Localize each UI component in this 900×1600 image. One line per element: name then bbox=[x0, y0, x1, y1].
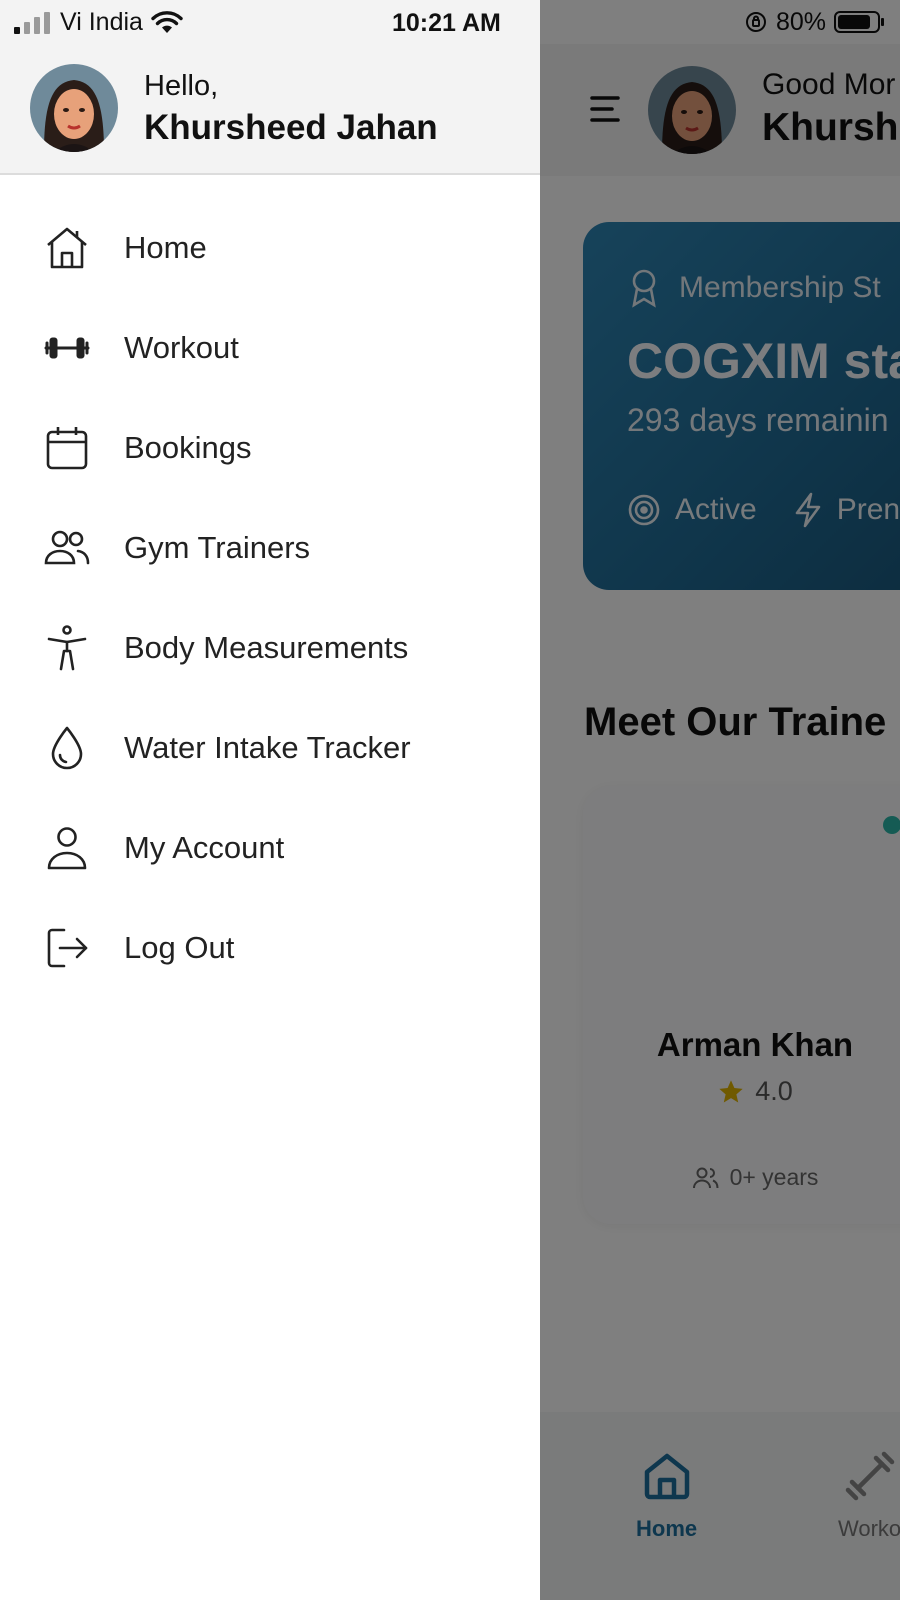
menu-item-label: Body Measurements bbox=[124, 630, 409, 665]
drawer-greeting: Hello, bbox=[144, 70, 219, 102]
menu-item-label: Water Intake Tracker bbox=[124, 730, 411, 765]
signal-icon bbox=[14, 11, 52, 34]
menu-item-label: Bookings bbox=[124, 430, 252, 465]
body-icon bbox=[44, 625, 90, 671]
drawer-avatar bbox=[30, 64, 118, 152]
wifi-icon bbox=[151, 10, 183, 35]
menu-item-body-measurements[interactable]: Body Measurements bbox=[0, 598, 540, 698]
drawer-user-name: Khursheed Jahan bbox=[144, 108, 438, 147]
status-left: Vi India bbox=[14, 8, 183, 37]
menu-item-label: My Account bbox=[124, 830, 285, 865]
logout-icon bbox=[44, 925, 90, 971]
user-icon bbox=[44, 825, 90, 871]
menu-item-gym-trainers[interactable]: Gym Trainers bbox=[0, 498, 540, 598]
menu-item-label: Workout bbox=[124, 330, 239, 365]
menu-item-workout[interactable]: Workout bbox=[0, 298, 540, 398]
menu-item-water-intake[interactable]: Water Intake Tracker bbox=[0, 698, 540, 798]
menu-item-my-account[interactable]: My Account bbox=[0, 798, 540, 898]
drawer-header: Vi India 10:21 AM Hello, Khursheed Jahan bbox=[0, 0, 540, 175]
drawer-menu: Home Workout Bookings Gym Trainers Body bbox=[0, 198, 540, 998]
side-drawer: Vi India 10:21 AM Hello, Khursheed Jahan bbox=[0, 0, 540, 1600]
status-bar: Vi India 10:21 AM bbox=[0, 0, 540, 44]
droplet-icon bbox=[44, 725, 90, 771]
menu-item-label: Home bbox=[124, 230, 207, 265]
menu-item-home[interactable]: Home bbox=[0, 198, 540, 298]
dumbbell-icon bbox=[44, 325, 90, 371]
menu-item-log-out[interactable]: Log Out bbox=[0, 898, 540, 998]
users-icon bbox=[44, 525, 90, 571]
status-time: 10:21 AM bbox=[392, 9, 501, 37]
menu-item-bookings[interactable]: Bookings bbox=[0, 398, 540, 498]
menu-item-label: Log Out bbox=[124, 930, 235, 965]
carrier-name: Vi India bbox=[60, 8, 143, 36]
home-icon bbox=[44, 225, 90, 271]
calendar-icon bbox=[44, 425, 90, 471]
menu-item-label: Gym Trainers bbox=[124, 530, 311, 565]
